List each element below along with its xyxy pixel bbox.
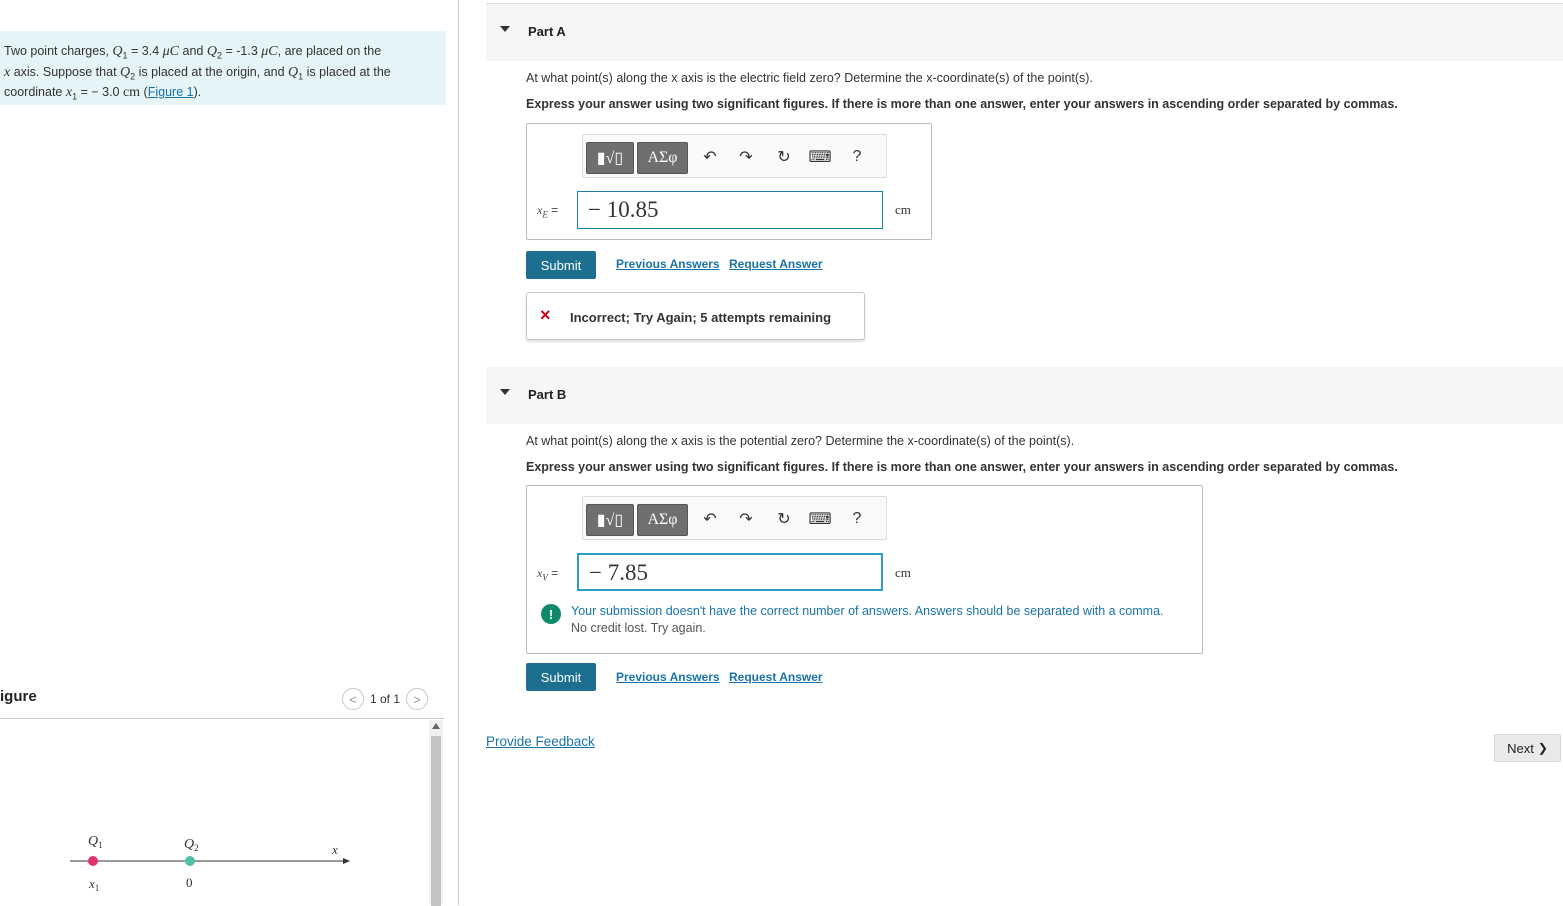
scroll-up-arrow-icon[interactable] <box>432 723 440 729</box>
warning-line-1: Your submission doesn't have the correct… <box>571 604 1164 618</box>
problem-text: Two point charges, <box>4 44 109 58</box>
chevron-right-icon: ❯ <box>1537 741 1548 755</box>
reset-icon[interactable]: ↻ <box>773 146 795 168</box>
redo-icon[interactable]: ↷ <box>735 146 757 168</box>
help-icon[interactable]: ? <box>846 508 868 530</box>
part-b-unit: cm <box>895 565 911 580</box>
x-axis-label: x <box>331 842 338 857</box>
undo-icon[interactable]: ↶ <box>699 146 721 168</box>
xe-variable-label: xE = <box>537 203 559 220</box>
left-pane: Two point charges, Q1 = 3.4 μC and Q2 = … <box>0 0 459 906</box>
figure-link[interactable]: Figure 1 <box>148 85 194 99</box>
feedback-text: Incorrect; Try Again; 5 attempts remaini… <box>570 310 832 325</box>
q1-value: = 3.4 <box>127 44 163 58</box>
q2-unit: μC <box>261 44 278 59</box>
problem-text: is placed at the origin, and <box>135 64 289 79</box>
provide-feedback-link[interactable]: Provide Feedback <box>486 734 595 749</box>
q1-unit: μC <box>162 44 180 59</box>
templates-button[interactable]: ▮√▯ <box>586 142 634 174</box>
part-b-header[interactable]: Part B <box>486 367 1563 424</box>
divider <box>0 718 444 719</box>
part-b-instructions: Express your answer using two significan… <box>526 460 1398 474</box>
part-a-instructions: Express your answer using two significan… <box>526 97 1398 111</box>
part-a-header[interactable]: Part A <box>486 4 1563 61</box>
submission-warning: Your submission doesn't have the correct… <box>571 603 1164 637</box>
part-b-submit-button[interactable]: Submit <box>526 663 596 691</box>
part-a-question: At what point(s) along the x axis is the… <box>526 71 1093 85</box>
problem-text: , are placed on the <box>277 44 382 58</box>
redo-icon[interactable]: ↷ <box>735 508 757 530</box>
q1-symbol: Q <box>112 44 123 59</box>
q2-symbol: Q <box>120 64 131 80</box>
part-a-previous-answers-link[interactable]: Previous Answers <box>616 257 720 271</box>
warning-line-2: No credit lost. Try again. <box>571 621 706 635</box>
part-a-feedback: × Incorrect; Try Again; 5 attempts remai… <box>526 292 865 340</box>
math-toolbar: ▮√▯ ΑΣφ ↶ ↷ ↻ ⌨ ? <box>582 134 887 178</box>
figure-next-button[interactable]: > <box>406 688 429 710</box>
greek-symbols-button[interactable]: ΑΣφ <box>637 504 688 536</box>
greek-symbols-button[interactable]: ΑΣφ <box>637 142 688 174</box>
q2-value: = -1.3 <box>221 44 262 58</box>
part-a-request-answer-link[interactable]: Request Answer <box>729 257 823 271</box>
part-a-submit-button[interactable]: Submit <box>526 251 596 279</box>
part-b-previous-answers-link[interactable]: Previous Answers <box>616 670 720 684</box>
scroll-thumb[interactable] <box>431 736 441 906</box>
part-a-answer-input[interactable]: − 10.85 <box>577 191 883 229</box>
x-axis-arrow <box>343 858 350 864</box>
next-label: Next <box>1507 740 1534 756</box>
figure-pager: < 1 of 1 > <box>342 688 429 710</box>
figure-prev-button[interactable]: < <box>342 688 364 710</box>
keyboard-icon[interactable]: ⌨ <box>808 146 831 168</box>
problem-text: ). <box>193 85 202 99</box>
figure-page-indicator: 1 of 1 <box>370 692 401 706</box>
next-button[interactable]: Next ❯ <box>1494 734 1561 762</box>
reset-icon[interactable]: ↻ <box>773 508 795 530</box>
problem-text: axis. Suppose that <box>10 64 121 79</box>
part-a-label: Part A <box>528 24 566 39</box>
q1-symbol: Q <box>288 64 299 80</box>
help-icon[interactable]: ? <box>846 146 868 168</box>
x1-value: = − 3.0 <box>77 85 123 99</box>
templates-button[interactable]: ▮√▯ <box>586 504 634 536</box>
part-b-answer-input[interactable]: − 7.85 <box>577 553 883 591</box>
problem-text: and <box>179 44 207 58</box>
collapse-triangle-icon[interactable] <box>500 26 510 32</box>
q1-charge-dot <box>88 856 98 866</box>
warning-icon: ! <box>541 604 561 624</box>
part-b-request-answer-link[interactable]: Request Answer <box>729 670 823 684</box>
problem-text: ( <box>140 85 148 99</box>
undo-icon[interactable]: ↶ <box>699 508 721 530</box>
q1-label: Q1 <box>88 834 103 850</box>
charge-figure: Q1 Q2 x x1 0 <box>70 834 350 893</box>
q2-label: Q2 <box>184 837 199 853</box>
math-toolbar: ▮√▯ ΑΣφ ↶ ↷ ↻ ⌨ ? <box>582 496 887 540</box>
problem-statement: Two point charges, Q1 = 3.4 μC and Q2 = … <box>0 31 446 105</box>
incorrect-x-icon: × <box>540 305 551 325</box>
part-b-question: At what point(s) along the x axis is the… <box>526 434 1075 448</box>
part-a-unit: cm <box>895 202 911 217</box>
x1-label: x1 <box>88 876 99 893</box>
origin-label: 0 <box>186 875 193 890</box>
part-a-answer-box: ▮√▯ ΑΣφ ↶ ↷ ↻ ⌨ ? xE = − 10.85 cm <box>526 123 932 240</box>
part-b-label: Part B <box>528 387 567 402</box>
collapse-triangle-icon[interactable] <box>500 389 510 395</box>
q2-charge-dot <box>185 856 195 866</box>
q2-symbol: Q <box>206 44 217 59</box>
figure-scrollbar[interactable] <box>429 720 443 906</box>
part-b-answer-box: ▮√▯ ΑΣφ ↶ ↷ ↻ ⌨ ? xV = − 7.85 cm ! Your … <box>526 485 1203 654</box>
xv-variable-label: xV = <box>537 566 559 583</box>
x1-unit: cm <box>122 85 141 100</box>
figure-title: igure <box>0 688 37 705</box>
keyboard-icon[interactable]: ⌨ <box>808 508 831 530</box>
